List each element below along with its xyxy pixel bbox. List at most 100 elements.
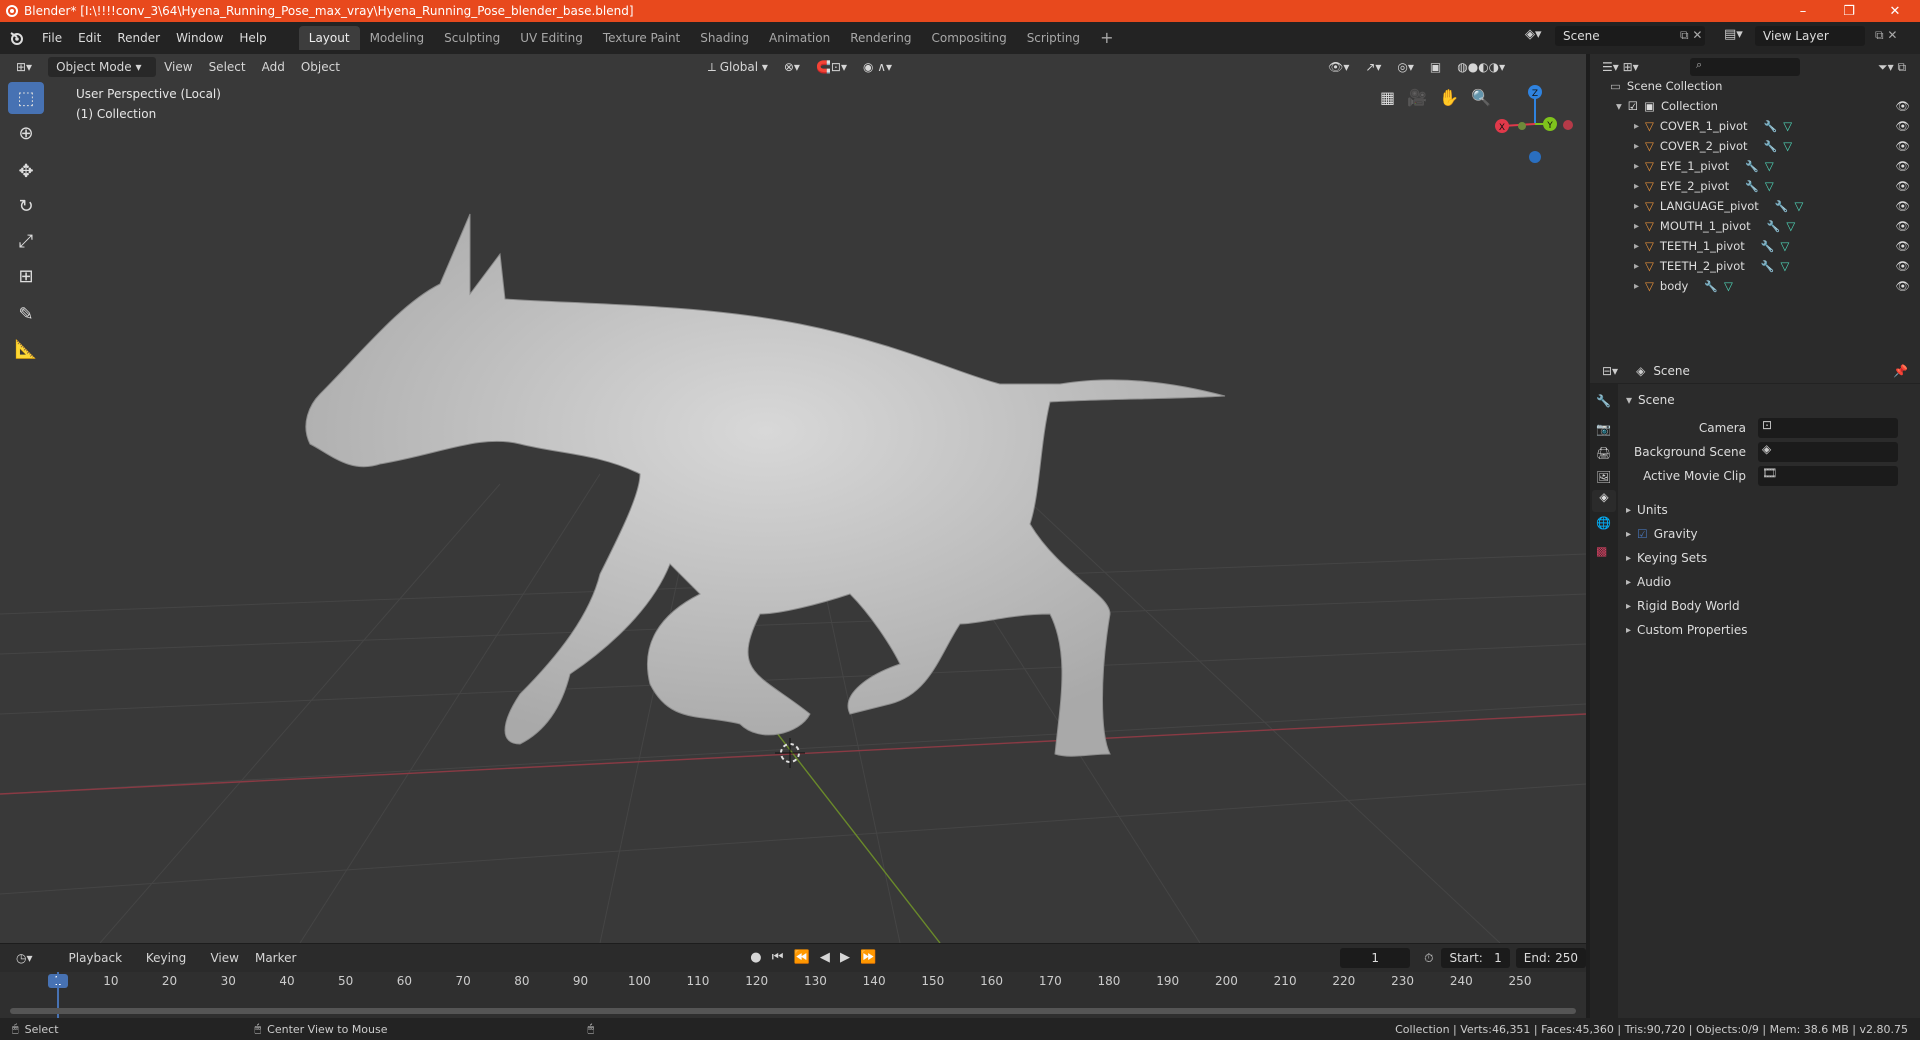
annotate-tool-icon[interactable]: ✎ — [8, 298, 44, 330]
select-menu[interactable]: Select — [201, 57, 254, 77]
modifier-icon[interactable]: 🔧 — [1764, 120, 1778, 133]
gizmo-toggle-icon[interactable]: ↗▾ — [1357, 57, 1389, 77]
close-button[interactable]: ✕ — [1872, 0, 1918, 22]
mesh-data-icon[interactable]: ▽ — [1765, 179, 1774, 193]
modifier-icon[interactable]: 🔧 — [1775, 200, 1789, 213]
visibility-eye-icon[interactable]: 👁 — [1895, 159, 1910, 173]
object-menu[interactable]: Object — [293, 57, 348, 77]
modifier-icon[interactable]: 🔧 — [1767, 220, 1781, 233]
timeline-area[interactable]: 1102030405060708090100110120130140150160… — [0, 972, 1586, 1018]
modifier-icon[interactable]: 🔧 — [1761, 240, 1775, 253]
expand-arrow-icon[interactable]: ▸ — [1634, 121, 1639, 132]
mesh-data-icon[interactable]: ▽ — [1786, 219, 1795, 233]
mesh-data-icon[interactable]: ▽ — [1795, 199, 1804, 213]
visibility-eye-icon[interactable]: 👁 — [1895, 279, 1910, 293]
xray-icon[interactable]: ▣ — [1422, 57, 1449, 77]
tab-layout[interactable]: Layout — [298, 26, 360, 50]
view-menu[interactable]: View — [156, 57, 200, 77]
pivot-icon[interactable]: ⊗▾ — [776, 57, 808, 77]
tab-rendering[interactable]: Rendering — [840, 26, 921, 50]
collapse-arrow-icon[interactable]: ▸ — [1626, 625, 1631, 636]
tab-shading[interactable]: Shading — [690, 26, 759, 50]
overlay-toggle-icon[interactable]: ◎▾ — [1389, 57, 1422, 77]
outliner-item[interactable]: ▸ ▽ COVER_1_pivot 🔧 ▽ 👁 — [1590, 116, 1920, 136]
tab-texture-paint[interactable]: Texture Paint — [593, 26, 690, 50]
tab-modeling[interactable]: Modeling — [360, 26, 435, 50]
outliner-search-input[interactable]: ⌕ — [1690, 58, 1800, 76]
frame-ruler[interactable]: 1102030405060708090100110120130140150160… — [0, 974, 1586, 992]
new-scene-icon[interactable]: ⧉ ✕ — [1680, 28, 1702, 43]
outliner-item[interactable]: ▸ ▽ EYE_2_pivot 🔧 ▽ 👁 — [1590, 176, 1920, 196]
start-frame-field[interactable]: Start: 1 — [1441, 948, 1510, 968]
gravity-checkbox[interactable]: ☑ — [1637, 527, 1648, 541]
tab-scripting[interactable]: Scripting — [1017, 26, 1090, 50]
end-frame-field[interactable]: End: 250 — [1515, 948, 1587, 968]
menu-file[interactable]: File — [34, 22, 70, 54]
restore-button[interactable]: ❐ — [1826, 0, 1872, 22]
marker-menu[interactable]: Marker — [247, 948, 304, 968]
view-layer-field[interactable]: View Layer — [1755, 26, 1865, 46]
mesh-data-icon[interactable]: ▽ — [1781, 259, 1790, 273]
mesh-data-icon[interactable]: ▽ — [1781, 239, 1790, 253]
visibility-eye-icon[interactable]: 👁 — [1895, 139, 1910, 153]
mode-dropdown[interactable]: Object Mode ▾ — [48, 57, 157, 77]
outliner-editor-icon[interactable]: ☰▾ ⊞▾ — [1602, 60, 1639, 74]
toggle-grid-icon[interactable]: ▦ — [1380, 88, 1395, 107]
keying-menu[interactable]: Keying ▾ — [138, 948, 203, 985]
expand-arrow-icon[interactable]: ▸ — [1634, 281, 1639, 292]
collection-expand-icon[interactable]: ▾ — [1616, 99, 1622, 113]
tab-uv-editing[interactable]: UV Editing — [510, 26, 593, 50]
rotate-tool-icon[interactable]: ↻ — [8, 190, 44, 222]
expand-arrow-icon[interactable]: ▸ — [1634, 181, 1639, 192]
panel-rigid-body-world[interactable]: ▸ Rigid Body World — [1626, 594, 1920, 618]
visibility-eye-icon[interactable]: 👁 — [1895, 99, 1910, 113]
outliner-item[interactable]: ▸ ▽ TEETH_2_pivot 🔧 ▽ 👁 — [1590, 256, 1920, 276]
pan-view-icon[interactable]: ✋ — [1439, 88, 1459, 107]
mesh-data-icon[interactable]: ▽ — [1765, 159, 1774, 173]
menu-render[interactable]: Render — [109, 22, 168, 54]
modifier-icon[interactable]: 🔧 — [1745, 180, 1759, 193]
outliner-item[interactable]: ▸ ▽ body 🔧 ▽ 👁 — [1590, 276, 1920, 296]
panel-custom-properties[interactable]: ▸ Custom Properties — [1626, 618, 1920, 642]
tool-tab-icon[interactable]: 🔧 — [1596, 394, 1611, 408]
mesh-data-icon[interactable]: ▽ — [1783, 139, 1792, 153]
outliner-item[interactable]: ▸ ▽ LANGUAGE_pivot 🔧 ▽ 👁 — [1590, 196, 1920, 216]
modifier-icon[interactable]: 🔧 — [1761, 260, 1775, 273]
visibility-eye-icon[interactable]: 👁 — [1895, 119, 1910, 133]
current-frame-field[interactable]: 1 — [1340, 948, 1411, 968]
panel-units[interactable]: ▸ Units — [1626, 498, 1920, 522]
tab-sculpting[interactable]: Sculpting — [434, 26, 510, 50]
modifier-icon[interactable]: 🔧 — [1764, 140, 1778, 153]
preview-range-icon[interactable]: ⏱ — [1416, 948, 1441, 968]
visibility-eye-icon[interactable]: 👁 — [1895, 179, 1910, 193]
panel-gravity[interactable]: ▸ ☑ Gravity — [1626, 522, 1920, 546]
scene-collection-row[interactable]: ▭ Scene Collection — [1590, 76, 1920, 96]
modifier-icon[interactable]: 🔧 — [1704, 280, 1718, 293]
collection-row[interactable]: ▾ ☑ ▣ Collection 👁 — [1590, 96, 1920, 116]
navigation-gizmo[interactable]: Z Y X — [1480, 82, 1590, 182]
scale-tool-icon[interactable]: ⤢ — [8, 225, 44, 257]
new-view-layer-icon[interactable]: ⧉ ✕ — [1875, 28, 1897, 43]
tab-animation[interactable]: Animation — [759, 26, 840, 50]
add-workspace-button[interactable]: + — [1090, 26, 1123, 50]
blender-menu-icon[interactable] — [0, 30, 34, 46]
playback-menu[interactable]: Playback ▾ — [61, 948, 138, 985]
mesh-data-icon[interactable]: ▽ — [1783, 119, 1792, 133]
expand-arrow-icon[interactable]: ▸ — [1634, 221, 1639, 232]
camera-field[interactable]: ⊡ — [1758, 418, 1898, 438]
menu-help[interactable]: Help — [231, 22, 274, 54]
visibility-eye-icon[interactable]: 👁 — [1895, 259, 1910, 273]
outliner-filter-icon[interactable]: ⏷▾ ⧉ — [1878, 60, 1906, 75]
outliner-item[interactable]: ▸ ▽ TEETH_1_pivot 🔧 ▽ 👁 — [1590, 236, 1920, 256]
world-tab-icon[interactable]: 🌐 — [1596, 516, 1611, 530]
texture-tab-icon[interactable]: ▩ — [1596, 544, 1607, 558]
menu-window[interactable]: Window — [168, 22, 231, 54]
add-menu[interactable]: Add — [254, 57, 293, 77]
timeline-view-menu[interactable]: View — [202, 948, 246, 968]
timeline-editor-icon[interactable]: ◷▾ — [8, 948, 41, 968]
viewport-3d[interactable] — [0, 54, 1586, 943]
editor-type-icon[interactable]: ⊞▾ — [8, 57, 40, 77]
transform-tool-icon[interactable]: ⊞ — [8, 260, 44, 292]
outliner-item[interactable]: ▸ ▽ EYE_1_pivot 🔧 ▽ 👁 — [1590, 156, 1920, 176]
collapse-arrow-icon[interactable]: ▸ — [1626, 577, 1631, 588]
